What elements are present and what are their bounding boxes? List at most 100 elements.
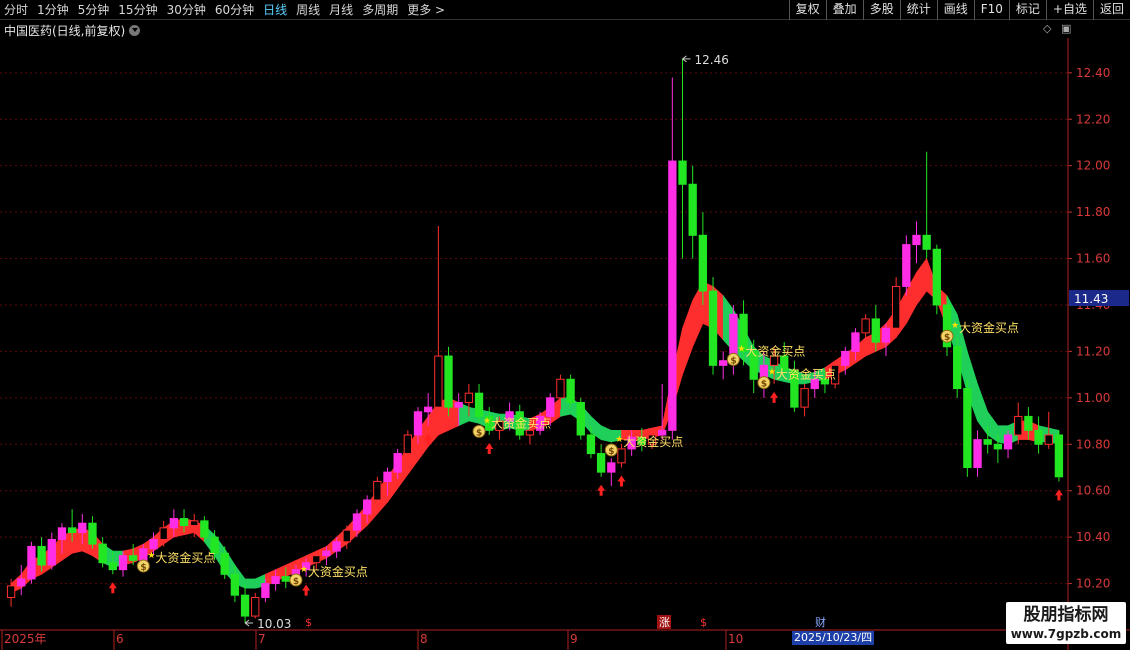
kline-chart[interactable]: 12.4012.2012.0011.8011.6011.4011.2011.00…	[0, 38, 1130, 650]
candle-body[interactable]	[383, 471, 392, 482]
candle-body[interactable]	[362, 499, 372, 515]
candle-body[interactable]	[1034, 429, 1043, 445]
period-tab-6[interactable]: 日线	[263, 0, 287, 20]
candle-body[interactable]	[159, 527, 168, 540]
candle-body[interactable]	[586, 434, 596, 455]
period-tab-9[interactable]: 多周期	[362, 0, 398, 20]
period-tab-5[interactable]: 60分钟	[215, 0, 254, 20]
period-tab-3[interactable]: 15分钟	[118, 0, 157, 20]
candle-body[interactable]	[1024, 415, 1033, 431]
candle-body[interactable]	[47, 538, 56, 566]
toolbar-button-6[interactable]: 标记	[1008, 0, 1046, 20]
chevron-down-icon[interactable]	[129, 24, 141, 36]
candle-body[interactable]	[953, 346, 962, 390]
candle-body[interactable]	[993, 443, 1003, 450]
candle-body[interactable]	[230, 573, 240, 596]
candle-body[interactable]	[37, 545, 46, 566]
candle-body[interactable]	[413, 411, 423, 436]
candle-body[interactable]	[271, 576, 280, 585]
candle-body[interactable]	[861, 318, 870, 334]
candle-body[interactable]	[668, 160, 677, 431]
candle-body[interactable]	[240, 594, 250, 617]
candle-body[interactable]	[474, 392, 484, 417]
period-tab-8[interactable]: 月线	[329, 0, 353, 20]
candle-body[interactable]	[576, 401, 585, 436]
candle-body[interactable]	[434, 355, 443, 408]
candle-body[interactable]	[200, 520, 209, 538]
candle-body[interactable]	[139, 548, 148, 561]
candle-body[interactable]	[332, 541, 341, 552]
period-tab-10[interactable]: 更多 >	[407, 0, 445, 20]
candle-body[interactable]	[312, 555, 321, 564]
toolbar-button-0[interactable]: 复权	[788, 0, 826, 20]
candle-body[interactable]	[851, 332, 860, 352]
event-marker-cai[interactable]: 财	[815, 615, 826, 629]
event-marker-s[interactable]: $	[700, 616, 707, 629]
candle-body[interactable]	[902, 244, 911, 287]
candle-body[interactable]	[27, 545, 36, 580]
candle-body[interactable]	[108, 562, 117, 571]
candle-body[interactable]	[67, 527, 77, 533]
candle-body[interactable]	[6, 585, 16, 598]
candle-body[interactable]	[281, 576, 290, 582]
event-marker-s[interactable]: $	[305, 616, 312, 629]
period-tab-2[interactable]: 5分钟	[78, 0, 110, 20]
candle-body[interactable]	[881, 327, 891, 343]
period-tab-7[interactable]: 周线	[296, 0, 320, 20]
candle-body[interactable]	[1054, 434, 1064, 478]
candle-body[interactable]	[556, 378, 565, 399]
candle-body[interactable]	[525, 429, 535, 436]
candle-body[interactable]	[912, 234, 921, 246]
candle-body[interactable]	[800, 388, 809, 408]
period-tab-1[interactable]: 1分钟	[37, 0, 69, 20]
toolbar-button-4[interactable]: 画线	[936, 0, 974, 20]
candle-body[interactable]	[596, 453, 606, 473]
candle-body[interactable]	[190, 520, 199, 527]
candle-body[interactable]	[1003, 434, 1013, 450]
candle-body[interactable]	[342, 529, 351, 543]
candle-body[interactable]	[1014, 415, 1023, 436]
candle-body[interactable]	[546, 397, 555, 417]
candle-body[interactable]	[373, 480, 382, 501]
candle-body[interactable]	[708, 290, 718, 366]
candle-body[interactable]	[352, 513, 362, 531]
candle-body[interactable]	[322, 550, 331, 557]
candle-body[interactable]	[454, 401, 463, 408]
candle-body[interactable]	[78, 522, 87, 533]
candle-body[interactable]	[678, 160, 687, 185]
toolbar-button-8[interactable]: 返回	[1092, 0, 1130, 20]
candle-body[interactable]	[220, 552, 229, 575]
candle-body[interactable]	[251, 596, 260, 617]
candle-body[interactable]	[841, 350, 850, 366]
candle-body[interactable]	[444, 355, 453, 408]
candle-body[interactable]	[719, 360, 728, 366]
candle-body[interactable]	[688, 183, 697, 236]
candle-body[interactable]	[118, 555, 128, 571]
candle-body[interactable]	[871, 318, 880, 343]
candle-body[interactable]	[179, 518, 189, 527]
candle-body[interactable]	[698, 234, 708, 292]
candle-body[interactable]	[617, 448, 626, 464]
candle-body[interactable]	[891, 285, 901, 329]
candle-body[interactable]	[129, 555, 138, 561]
period-tab-4[interactable]: 30分钟	[167, 0, 206, 20]
candle-body[interactable]	[261, 583, 270, 598]
candle-body[interactable]	[17, 578, 26, 587]
toolbar-button-2[interactable]: 多股	[862, 0, 900, 20]
candle-body[interactable]	[983, 439, 992, 445]
toolbar-button-7[interactable]: +自选	[1045, 0, 1093, 20]
toolbar-button-5[interactable]: F10	[973, 0, 1009, 20]
candle-body[interactable]	[149, 538, 158, 550]
candle-body[interactable]	[1044, 434, 1053, 445]
candle-body[interactable]	[169, 518, 179, 529]
toolbar-button-1[interactable]: 叠加	[825, 0, 863, 20]
candle-body[interactable]	[607, 462, 616, 473]
candle-body[interactable]	[922, 234, 931, 250]
candle-body[interactable]	[393, 453, 402, 473]
candle-body[interactable]	[932, 248, 941, 306]
candle-body[interactable]	[88, 522, 97, 545]
candle-body[interactable]	[464, 392, 474, 403]
candle-body[interactable]	[98, 543, 107, 564]
candle-body[interactable]	[403, 434, 412, 455]
diamond-icon[interactable]: ◇	[1043, 22, 1051, 35]
